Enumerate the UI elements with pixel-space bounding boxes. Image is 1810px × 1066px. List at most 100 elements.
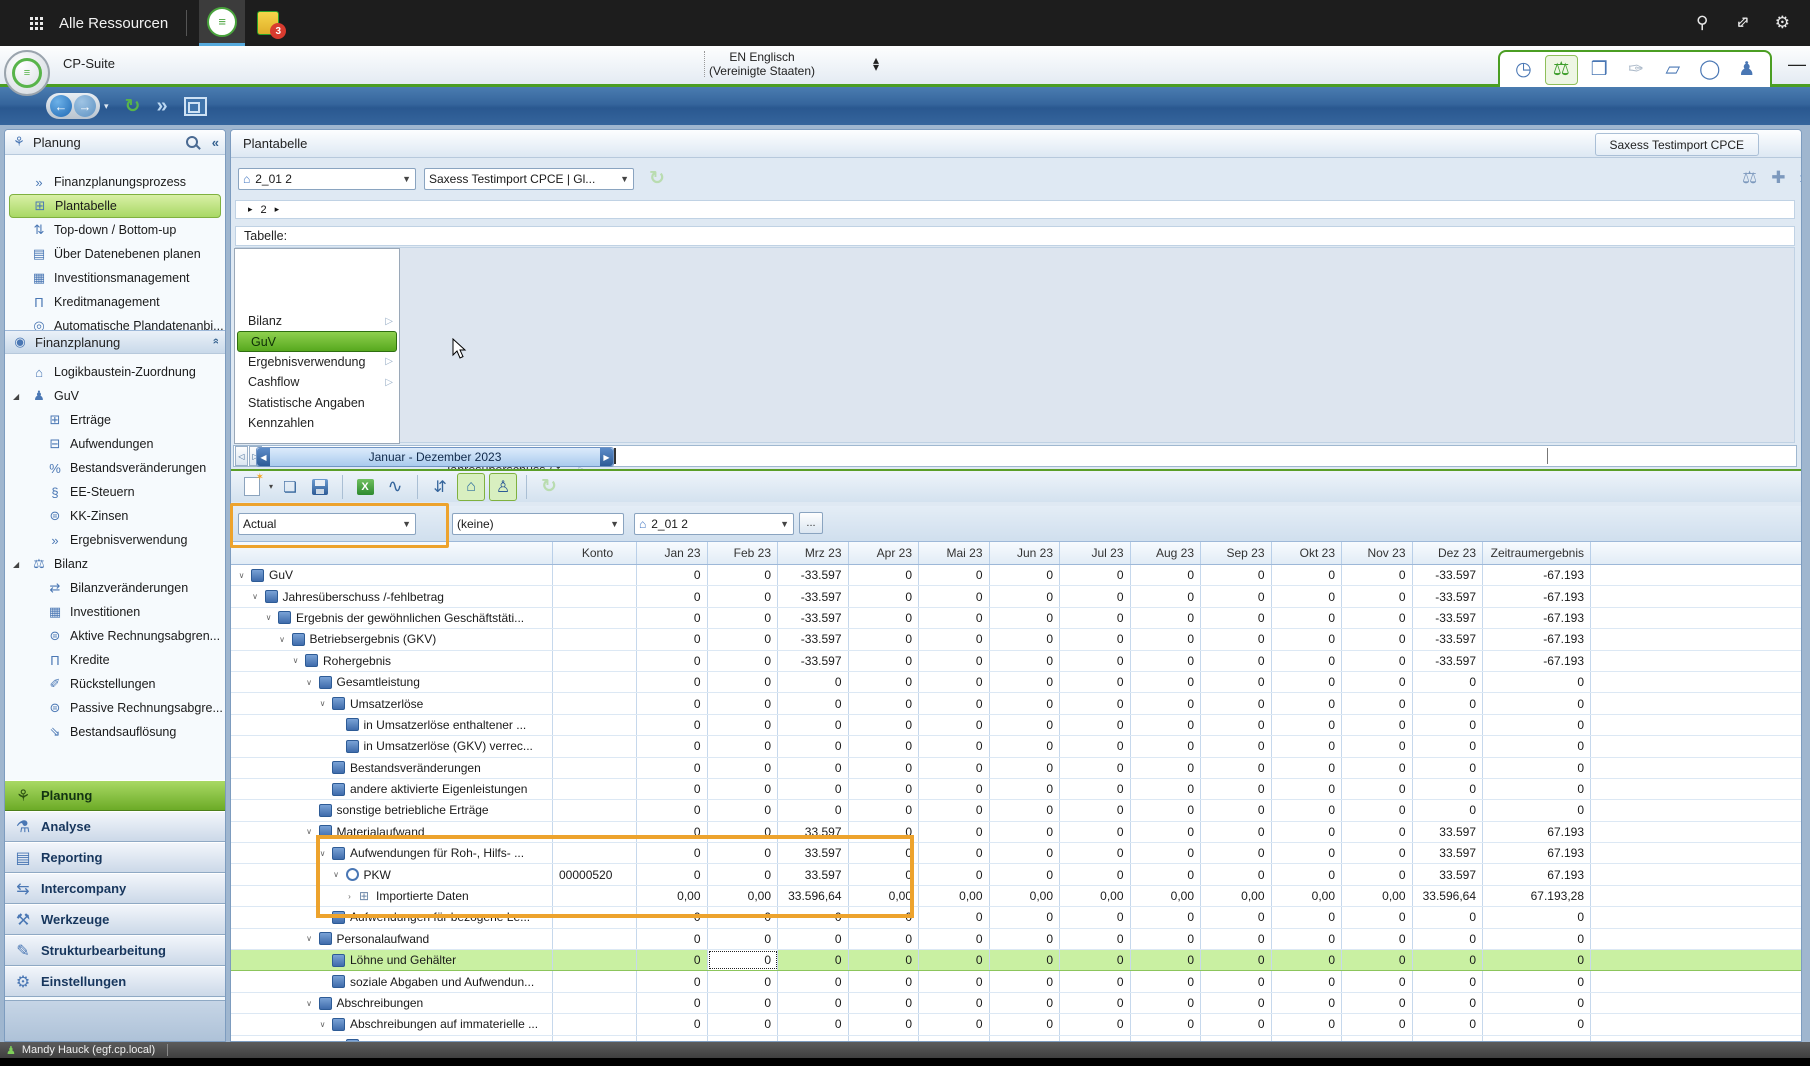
value-cell[interactable]: 0 [1413,1014,1484,1034]
value-cell[interactable]: 0,00 [1272,886,1343,906]
value-cell[interactable]: 0 [1060,929,1131,949]
expand-arrow-icon[interactable]: ▷ [385,377,393,388]
value-cell[interactable]: 0 [1201,715,1272,735]
value-cell[interactable]: 0 [1272,779,1343,799]
period-result-cell[interactable]: 67.193,28 [1483,886,1591,906]
breadcrumb-arrow-icon[interactable]: ▸ [248,204,253,215]
value-cell[interactable]: 0 [778,800,849,820]
sidebar-item-aufwendungen[interactable]: ⊟Aufwendungen [5,432,225,456]
value-cell[interactable]: 0 [849,1036,920,1041]
column-header-apr-23[interactable]: Apr 23 [849,542,920,564]
history-dropdown-icon[interactable]: ▾ [104,101,109,112]
value-cell[interactable]: 0 [708,993,779,1013]
chevron-open-icon[interactable]: ∨ [305,827,314,836]
value-cell[interactable]: 0 [990,758,1061,778]
konto-cell[interactable] [553,1036,637,1041]
period-result-cell[interactable]: -67.193 [1483,608,1591,628]
value-cell[interactable]: 0 [1272,1036,1343,1041]
chevron-open-icon[interactable]: ∨ [251,592,260,601]
value-cell[interactable]: 0 [1201,736,1272,756]
period-result-cell[interactable]: 67.193 [1483,864,1591,884]
value-cell[interactable]: 0 [1060,779,1131,799]
structure-dropdown[interactable]: ⌂ 2_01 2 ▼ [238,168,416,190]
value-cell[interactable]: 0 [1342,971,1413,991]
forward-button[interactable]: → [74,95,96,117]
value-cell[interactable]: 0 [1131,758,1202,778]
value-cell[interactable]: 0 [1060,800,1131,820]
value-cell[interactable]: 0,00 [1131,886,1202,906]
konto-cell[interactable] [553,929,637,949]
value-cell[interactable]: 0 [1060,608,1131,628]
sidebar-item-guv[interactable]: ◢♟GuV [5,384,225,408]
value-cell[interactable]: 0 [1413,971,1484,991]
value-cell[interactable]: 0 [919,693,990,713]
value-cell[interactable]: 0 [919,929,990,949]
value-cell[interactable]: 0 [637,586,708,606]
excel-export-button[interactable]: X [352,474,378,500]
row-label-cell[interactable]: ∨Ergebnis der gewöhnlichen Geschäftstäti… [231,608,553,628]
refresh-grid-button[interactable]: ↻ [536,474,562,500]
period-result-cell[interactable]: 0 [1483,907,1591,927]
language-spinner-icon[interactable]: ▴▾ [819,58,933,70]
slider-left-cap-icon[interactable]: ◀ [257,448,270,466]
feather-icon[interactable]: ✑ [1621,56,1652,84]
comparison-dropdown[interactable]: (keine) ▼ [452,513,624,535]
value-cell[interactable]: 0,00 [1342,886,1413,906]
value-cell[interactable]: 0 [919,800,990,820]
konto-cell[interactable] [553,971,637,991]
value-cell[interactable]: 0 [708,1036,779,1041]
value-cell[interactable]: 0 [919,565,990,585]
value-cell[interactable]: 0 [849,693,920,713]
value-cell[interactable]: 0 [708,950,779,970]
value-cell[interactable]: 0 [1342,651,1413,671]
value-cell[interactable]: 0 [1060,758,1131,778]
speedometer-icon[interactable]: ◷ [1508,56,1539,84]
value-cell[interactable]: 0 [990,693,1061,713]
value-cell[interactable]: 0 [708,929,779,949]
chevron-open-icon[interactable]: ∨ [318,1020,327,1029]
sidebar-item-bestandsaufloesung[interactable]: ⇘Bestandsauflösung [5,720,225,744]
row-label-cell[interactable]: Löhne und Gehälter [231,950,553,970]
konto-cell[interactable] [553,629,637,649]
period-result-cell[interactable]: -67.193 [1483,629,1591,649]
home-view-button[interactable]: ⌂ [457,473,485,501]
value-cell[interactable]: 0 [1201,779,1272,799]
value-cell[interactable]: 0 [637,1036,708,1041]
value-cell[interactable]: 0 [1342,822,1413,842]
table-node-kennzahlen[interactable]: Kennzahlen [235,413,399,433]
value-cell[interactable]: 0 [1272,800,1343,820]
value-cell[interactable]: 0 [1342,800,1413,820]
row-label-cell[interactable]: ∨Jahresüberschuss /-fehlbetrag [231,586,553,606]
value-cell[interactable]: 0 [990,608,1061,628]
chevron-open-icon[interactable]: ∨ [305,999,314,1008]
column-header-nov-23[interactable]: Nov 23 [1342,542,1413,564]
value-cell[interactable]: 0 [778,1036,849,1041]
row-label-cell[interactable]: ∨Betriebsergebnis (GKV) [231,629,553,649]
fast-forward-button[interactable]: » [156,95,167,118]
value-cell[interactable]: 0 [1201,864,1272,884]
sort-transfer-button[interactable]: ⇵ [427,474,453,500]
value-cell[interactable]: 0 [1131,993,1202,1013]
gear-icon[interactable]: ⚙ [1775,13,1790,33]
chevron-open-icon[interactable]: ∨ [305,934,314,943]
konto-cell[interactable] [553,1014,637,1034]
value-cell[interactable]: 0 [708,800,779,820]
value-cell[interactable]: 0 [778,950,849,970]
value-cell[interactable]: 0 [1131,907,1202,927]
value-cell[interactable]: 0 [1272,565,1343,585]
value-cell[interactable]: 0 [1060,715,1131,735]
value-cell[interactable]: 0 [1131,779,1202,799]
value-cell[interactable]: 0 [990,736,1061,756]
sidebar-item-bilanz[interactable]: ◢⚖Bilanz [5,552,225,576]
value-cell[interactable]: 0 [1060,1036,1131,1041]
sidebar-item-passive-rap[interactable]: ⊜Passive Rechnungsabgre... [5,696,225,720]
value-cell[interactable]: 0 [1131,1036,1202,1041]
value-cell[interactable]: 0 [1131,971,1202,991]
collapse-sidebar-icon[interactable]: « [212,135,219,150]
table-node-guv[interactable]: GuV [237,331,397,351]
konto-cell[interactable] [553,672,637,692]
value-cell[interactable]: 0 [637,1014,708,1034]
value-cell[interactable]: 0 [1201,758,1272,778]
value-cell[interactable]: 33.596,64 [1413,886,1484,906]
value-cell[interactable]: 0 [1201,629,1272,649]
